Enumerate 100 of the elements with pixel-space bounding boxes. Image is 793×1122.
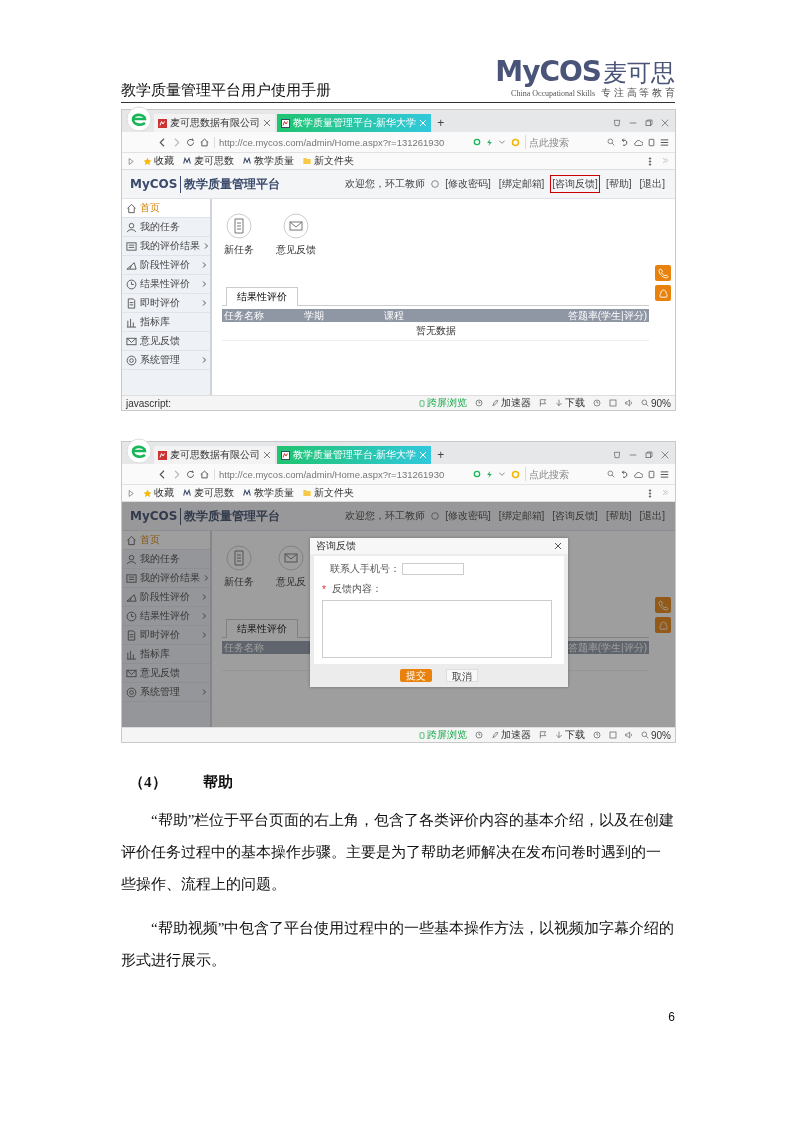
column-header: 课程 bbox=[384, 309, 405, 323]
cancel-button[interactable]: 取消 bbox=[446, 669, 478, 682]
bookmark[interactable]: 收藏 bbox=[143, 154, 174, 168]
bookmark[interactable]: 教学质量 bbox=[242, 486, 294, 500]
menu-item[interactable]: 即时评价 bbox=[122, 626, 210, 645]
favicon-icon bbox=[281, 450, 290, 460]
shortcut-label[interactable]: 新任务 bbox=[224, 243, 254, 257]
list-icon bbox=[126, 240, 137, 252]
menu-item[interactable]: 我的任务 bbox=[122, 218, 210, 237]
menu-item[interactable]: 即时评价 bbox=[122, 294, 210, 313]
column-header: 学期 bbox=[304, 309, 325, 323]
search-icon bbox=[607, 470, 615, 478]
mail-icon bbox=[283, 213, 309, 239]
menu-item[interactable]: 指标库 bbox=[122, 645, 210, 664]
menu-item[interactable]: 指标库 bbox=[122, 313, 210, 332]
header-link[interactable]: [退出] bbox=[637, 175, 667, 193]
header-link[interactable]: [咨询反馈] bbox=[550, 175, 600, 193]
status-item[interactable]: 下载 bbox=[555, 396, 585, 410]
result-tab[interactable]: 结果性评价 bbox=[226, 287, 298, 306]
header-link[interactable]: [绑定邮箱] bbox=[496, 175, 547, 193]
status-item[interactable]: 90% bbox=[641, 397, 671, 409]
menu-item[interactable]: 系统管理 bbox=[122, 351, 210, 370]
bookmark[interactable]: 麦可思数 bbox=[182, 154, 234, 168]
phone-field[interactable] bbox=[402, 563, 464, 575]
menu-icon bbox=[660, 137, 669, 147]
settings-icon bbox=[126, 686, 137, 698]
paragraph: “帮助”栏位于平台页面的右上角，包含了各类评价内容的基本介绍，以及在创建评价任务过程中的基本操作步骤。主要是为了帮助老师解决在发布问卷时遇到的一些操作、流程上的问题。 bbox=[121, 811, 675, 894]
chat-button[interactable] bbox=[655, 617, 671, 633]
menu-item[interactable]: 我的任务 bbox=[122, 550, 210, 569]
logo-slogan: 专 注 高 等 教 育 bbox=[601, 86, 675, 100]
favicon-icon bbox=[158, 450, 167, 460]
menu-item[interactable]: 意见反馈 bbox=[122, 664, 210, 683]
shortcut-label[interactable]: 新任务 bbox=[224, 575, 254, 589]
feedback-field[interactable] bbox=[322, 600, 552, 658]
close-icon[interactable] bbox=[554, 542, 562, 550]
address-field[interactable]: http://ce.mycos.com/admin/Home.aspx?r=131261930 bbox=[214, 468, 468, 480]
favicon-icon bbox=[281, 118, 290, 128]
header-link[interactable]: [修改密码] bbox=[443, 175, 493, 193]
lightning-icon bbox=[486, 137, 493, 147]
bookmark[interactable]: 麦可思数 bbox=[182, 486, 234, 500]
phone-button[interactable] bbox=[655, 597, 671, 613]
brand-icon bbox=[182, 157, 192, 165]
menu-icon bbox=[660, 469, 669, 479]
status-item[interactable]: 加速器 bbox=[491, 728, 531, 742]
document-icon bbox=[226, 213, 252, 239]
close-icon[interactable] bbox=[263, 119, 271, 127]
bookmark[interactable]: 新文件夹 bbox=[302, 154, 354, 168]
result-tab[interactable]: 结果性评价 bbox=[226, 619, 298, 638]
header-link[interactable]: [咨询反馈] bbox=[550, 507, 600, 525]
menu-item[interactable]: 阶段性评价 bbox=[122, 256, 210, 275]
bookmark[interactable]: 收藏 bbox=[143, 486, 174, 500]
new-tab-button[interactable]: + bbox=[433, 446, 449, 464]
header-link[interactable]: [帮助] bbox=[603, 175, 634, 193]
flag-icon bbox=[539, 399, 547, 407]
more-icon bbox=[648, 156, 652, 166]
menu-item[interactable]: 我的评价结果 bbox=[122, 237, 210, 256]
browser-tab[interactable]: 麦可思数据有限公司 bbox=[154, 446, 275, 464]
menu-item[interactable]: 结果性评价 bbox=[122, 275, 210, 294]
menu-item[interactable]: 系统管理 bbox=[122, 683, 210, 702]
browser-tab[interactable]: 麦可思数据有限公司 bbox=[154, 114, 275, 132]
shortcut-label[interactable]: 意见反 bbox=[276, 575, 306, 589]
header-link[interactable]: [帮助] bbox=[603, 507, 634, 525]
bookmark[interactable]: 新文件夹 bbox=[302, 486, 354, 500]
page-number: 6 bbox=[668, 1010, 675, 1024]
header-link[interactable]: [退出] bbox=[637, 507, 667, 525]
list-icon bbox=[126, 572, 137, 584]
phone-button[interactable] bbox=[655, 265, 671, 281]
flag-icon bbox=[539, 731, 547, 739]
shortcut-label[interactable]: 意见反馈 bbox=[276, 243, 316, 257]
menu-item[interactable]: 意见反馈 bbox=[122, 332, 210, 351]
menu-item[interactable]: 阶段性评价 bbox=[122, 588, 210, 607]
minimize-icon bbox=[629, 119, 637, 127]
chat-button[interactable] bbox=[655, 285, 671, 301]
header-link[interactable]: [修改密码] bbox=[443, 507, 493, 525]
search-field[interactable]: 点此搜索 bbox=[525, 135, 602, 149]
clock-icon bbox=[126, 610, 137, 622]
cloud-icon bbox=[634, 469, 643, 479]
status-item[interactable]: 加速器 bbox=[491, 396, 531, 410]
logo-tagline: China Occupational Skills bbox=[511, 88, 596, 98]
close-icon[interactable] bbox=[263, 451, 271, 459]
brand-icon bbox=[182, 489, 192, 497]
cloud-icon bbox=[634, 137, 643, 147]
forward-icon bbox=[172, 137, 181, 147]
clock-icon bbox=[593, 399, 601, 407]
status-item[interactable]: 90% bbox=[641, 729, 671, 741]
folder-icon bbox=[302, 157, 312, 165]
undo-icon bbox=[620, 137, 629, 147]
status-item[interactable]: 下载 bbox=[555, 728, 585, 742]
help-circle-icon bbox=[431, 512, 440, 520]
dropdown-icon bbox=[498, 138, 506, 146]
menu-item[interactable]: 我的评价结果 bbox=[122, 569, 210, 588]
home-icon bbox=[200, 469, 209, 479]
address-field[interactable]: http://ce.mycos.com/admin/Home.aspx?r=131261930 bbox=[214, 136, 468, 148]
bar-chart-icon bbox=[126, 316, 137, 328]
menu-item[interactable]: 结果性评价 bbox=[122, 607, 210, 626]
star-icon bbox=[143, 488, 152, 498]
new-tab-button[interactable]: + bbox=[433, 114, 449, 132]
header-link[interactable]: [绑定邮箱] bbox=[496, 507, 547, 525]
bookmark[interactable]: 教学质量 bbox=[242, 154, 294, 168]
search-field[interactable]: 点此搜索 bbox=[525, 467, 602, 481]
